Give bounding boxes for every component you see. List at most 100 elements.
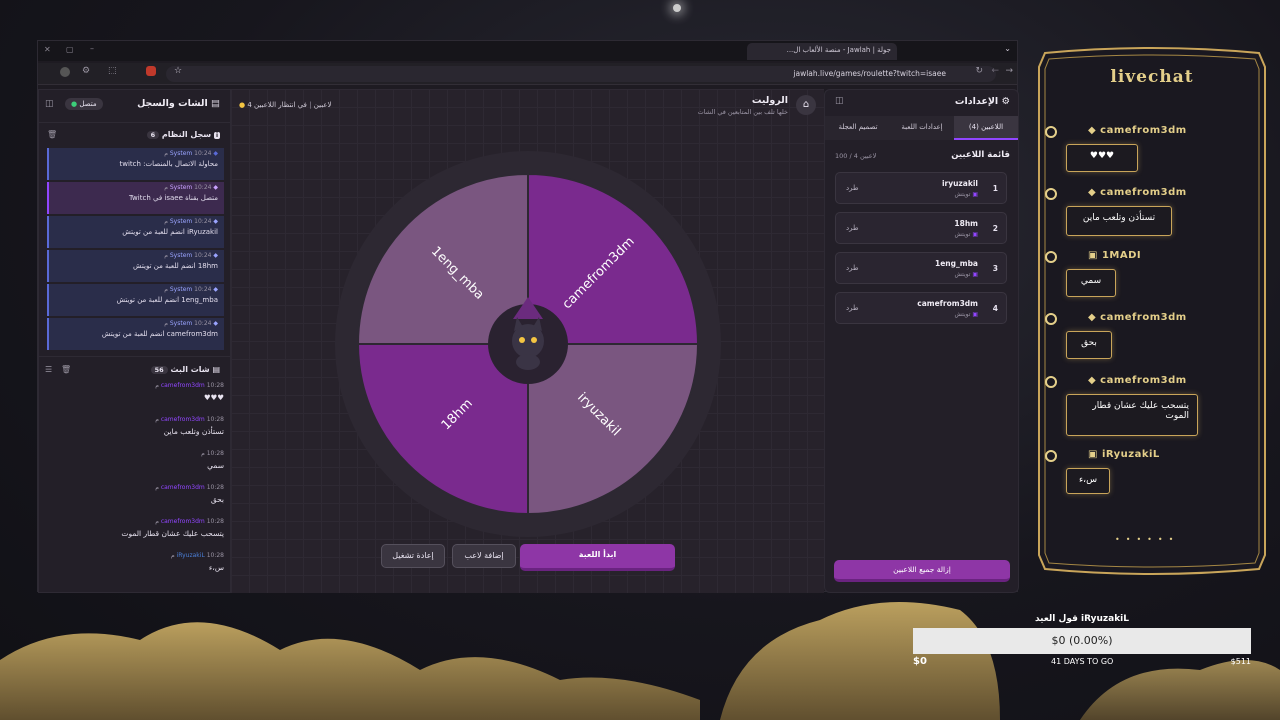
profile-avatar[interactable]	[60, 67, 70, 77]
livechat-username: ◆ camefrom3dm	[1088, 375, 1187, 386]
chat-item: camefrom3dm 10:28 م بحق	[155, 484, 224, 504]
goal-min: $0	[913, 656, 927, 667]
kick-button[interactable]: طرد	[846, 264, 859, 272]
stream-chat-count: 56	[150, 366, 168, 374]
chat-item: camefrom3dm 10:28 م ♥♥♥	[155, 382, 224, 402]
moon-icon	[1045, 450, 1057, 462]
panel-title: الشات والسجل ▤	[137, 98, 220, 109]
kick-button[interactable]: طرد	[846, 304, 859, 312]
tab-jawlah[interactable]: جولة | Jawlah - منصة الألعاب ال...	[747, 43, 897, 60]
moon-icon	[1045, 188, 1057, 200]
sort-icon[interactable]: ☰	[45, 365, 52, 374]
maximize-icon[interactable]: ▢	[66, 45, 74, 54]
trash-log-icon[interactable]: 🗑	[47, 130, 57, 139]
settings-title: الإعدادات	[954, 96, 999, 107]
url-bar[interactable]: jawlah.live/games/roulette?twitch=isaee	[166, 66, 996, 82]
back-icon[interactable]: ←	[991, 66, 999, 76]
settings-header: الإعدادات ⚙	[955, 96, 1010, 107]
livechat-username: ▣ iRyuzakiL	[1088, 449, 1160, 460]
gear-icon: ⚙	[1001, 96, 1010, 107]
livechat-message: ♥♥♥	[1066, 144, 1138, 172]
star-icon[interactable]: ☆	[174, 66, 182, 76]
system-log-count: 6	[146, 131, 160, 139]
livechat-username: ◆ camefrom3dm	[1088, 187, 1187, 198]
log-message: iRyuzakil انضم للعبة من تويتش	[122, 228, 218, 236]
player-row: 4 camefrom3dm ▣ تويتش طرد	[835, 292, 1007, 324]
url-text: jawlah.live/games/roulette?twitch=isaee	[793, 69, 946, 78]
log-item: ◆ System 10:24 م camefrom3dm انضم للعبة …	[47, 318, 224, 350]
sparkle-decoration	[673, 4, 681, 12]
add-player-button[interactable]: إضافة لاعب	[452, 544, 516, 568]
puzzle-icon[interactable]: ⬚	[108, 66, 117, 76]
players-list-title: قائمة اللاعبين	[951, 150, 1010, 160]
twitch-icon: ◆	[213, 184, 218, 191]
moon-icon	[1045, 376, 1057, 388]
close-window-icon[interactable]: ✕	[44, 45, 51, 54]
adblock-icon[interactable]	[146, 66, 156, 76]
livechat-username: ▣ 1MADI	[1088, 250, 1142, 261]
trash-chat-icon[interactable]: 🗑	[61, 365, 71, 374]
livechat-message: س،ء	[1066, 468, 1110, 494]
tab-wheel-design[interactable]: تصميم العجلة	[826, 116, 890, 140]
livechat-title: livechat	[1110, 67, 1194, 87]
tab-players[interactable]: اللاعبين (4)	[954, 116, 1018, 140]
twitch-icon: ▣	[972, 311, 978, 318]
system-log-header[interactable]: 6 سجل النظام i	[146, 130, 220, 139]
livechat-overlay: livechat ◆ camefrom3dm ♥♥♥ ◆ camefrom3dm…	[1033, 47, 1271, 575]
chat-bubble-icon: ▤	[212, 365, 220, 374]
divider	[39, 122, 230, 123]
livechat-message: بحق	[1066, 331, 1112, 359]
goal-amount: $0 (0.00%)	[1051, 634, 1113, 647]
system-icon: ◆	[213, 150, 218, 157]
log-icon: i	[213, 132, 220, 139]
address-bar: ⚙ ⬚ jawlah.live/games/roulette?twitch=is…	[38, 63, 1017, 85]
chat-item: camefrom3dm 10:28 م يتسحب عليك عشان قطار…	[121, 518, 224, 538]
chat-item: 10:28 م سمي	[201, 450, 224, 470]
collapse-panel-icon[interactable]: ◫	[45, 99, 54, 109]
livechat-username: ◆ camefrom3dm	[1088, 312, 1187, 323]
remove-all-players-button[interactable]: إزالة جميع اللاعبين	[834, 560, 1010, 582]
donation-goal: iRyuzakiL قول العيد $0 (0.00%) $0 41 DAY…	[913, 612, 1251, 672]
roulette-area: ● 4 لاعبين | في انتظار اللاعبين ⌂ الرولي…	[231, 89, 824, 593]
roulette-wheel[interactable]: camefrom3dmiryuzakil18hm1eng_mba	[333, 149, 723, 539]
log-item: ◆ System 10:24 م 18hm انضم للعبة من تويت…	[47, 250, 224, 282]
log-message: camefrom3dm انضم للعبة من تويتش	[101, 330, 218, 338]
livechat-message: سمي	[1066, 269, 1116, 297]
goal-max: $511	[1230, 657, 1251, 666]
players-list-count: 100 / 4 لاعبين	[835, 152, 877, 160]
log-item: ◆ System 10:24 م متصل بقناة isaee في Twi…	[47, 182, 224, 214]
reload-icon[interactable]: ↻	[975, 66, 983, 76]
twitch-icon: ▣	[972, 191, 978, 198]
kick-button[interactable]: طرد	[846, 224, 859, 232]
status-text: متصل	[79, 100, 97, 108]
settings-tabs: اللاعبين (4) إعدادات اللعبة تصميم العجلة	[825, 116, 1018, 140]
stream-chat-header[interactable]: 56 شات البث ▤	[150, 365, 220, 374]
game-header: الروليت خلها تلف بين المتابعين في الشات	[698, 95, 788, 116]
tab-list-icon[interactable]: ⌄	[1004, 44, 1011, 53]
game-title: الروليت	[751, 95, 788, 106]
log-message: محاولة الاتصال بالمنصات: twitch	[119, 160, 219, 168]
tab-game-settings[interactable]: إعدادات اللعبة	[890, 116, 954, 140]
system-icon: ◆	[213, 286, 218, 293]
player-status: ● 4 لاعبين | في انتظار اللاعبين	[239, 101, 332, 109]
moon-icon	[1045, 251, 1057, 263]
status-badge: ● متصل	[65, 98, 103, 110]
goal-days: 41 DAYS TO GO	[1051, 657, 1114, 666]
minimize-icon[interactable]: –	[90, 44, 94, 53]
start-game-button[interactable]: ابدأ اللعبة	[520, 544, 675, 571]
player-row: 1 iryuzakil ▣ تويتش طرد	[835, 172, 1007, 204]
collapse-settings-icon[interactable]: ◫	[835, 96, 844, 106]
forward-icon[interactable]: →	[1005, 66, 1013, 76]
divider	[39, 356, 230, 357]
tab-title: جولة | Jawlah - منصة الألعاب ال...	[786, 46, 891, 54]
log-item: ◆ System 10:24 م 1eng_mba انضم للعبة من …	[47, 284, 224, 316]
home-icon[interactable]: ⌂	[796, 95, 816, 115]
kick-button[interactable]: طرد	[846, 184, 859, 192]
game-subtitle: خلها تلف بين المتابعين في الشات	[697, 108, 788, 116]
player-row: 2 18hm ▣ تويتش طرد	[835, 212, 1007, 244]
restart-button[interactable]: إعادة تشغيل	[381, 544, 445, 568]
livechat-message: يتسحب عليك عشان قطار الموت	[1066, 394, 1198, 436]
twitch-icon: ▣	[972, 231, 978, 238]
livechat-username: ◆ camefrom3dm	[1088, 125, 1187, 136]
extension-icon[interactable]: ⚙	[82, 66, 90, 76]
